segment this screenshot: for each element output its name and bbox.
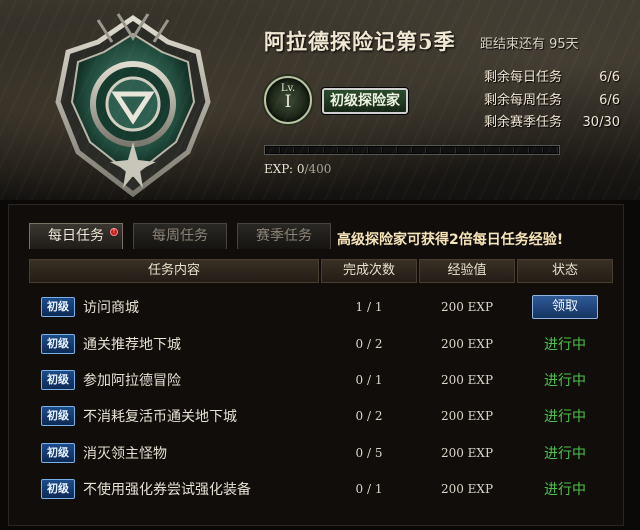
remaining-season-value: 30/30 — [582, 115, 620, 130]
alert-dot-icon: ! — [110, 228, 118, 236]
task-count: 0 / 1 — [355, 372, 383, 387]
tier-badge: 初级 — [41, 333, 75, 354]
task-exp: 200 EXP — [440, 482, 494, 497]
task-count: 0 / 5 — [355, 445, 383, 460]
task-status: 进行中 — [544, 409, 586, 426]
task-name: 不使用强化券尝试强化装备 — [83, 482, 251, 499]
table-row: 初级 消灭领主怪物 0 / 5 200 EXP 进行中 — [29, 435, 613, 471]
task-name: 消灭领主怪物 — [83, 445, 167, 462]
table-row: 初级 不消耗复活币通关地下城 0 / 2 200 EXP 进行中 — [29, 398, 613, 434]
season-countdown: 距结束还有 95天 — [480, 37, 579, 52]
exp-label: EXP: — [264, 162, 293, 176]
task-name: 参加阿拉德冒险 — [83, 372, 181, 389]
exp-max: /400 — [304, 162, 332, 176]
tier-badge: 初级 — [41, 369, 75, 390]
season-title: 阿拉德探险记第5季 — [264, 29, 456, 54]
remaining-daily: 剩余每日任务 6/6 — [484, 66, 620, 85]
task-exp: 200 EXP — [440, 336, 494, 351]
task-count: 0 / 1 — [355, 482, 383, 497]
task-table-header: 任务内容 完成次数 经验值 状态 — [29, 259, 613, 283]
column-exp: 经验值 — [419, 259, 515, 283]
task-status: 进行中 — [544, 372, 586, 389]
remaining-weekly: 剩余每周任务 6/6 — [484, 89, 620, 108]
task-list: 初级 访问商城 1 / 1 200 EXP 领取 初级 通关推荐地下城 0 / 2 … — [29, 289, 613, 507]
exp-current: 0 — [296, 162, 305, 176]
task-status: 进行中 — [544, 482, 586, 499]
column-status: 状态 — [517, 259, 613, 283]
remaining-season-label: 剩余赛季任务 — [483, 115, 562, 130]
task-exp: 200 EXP — [440, 409, 494, 424]
task-count: 1 / 1 — [355, 300, 383, 315]
tier-badge: 初级 — [41, 406, 75, 427]
remaining-weekly-value: 6/6 — [599, 93, 620, 108]
tab-daily-label: 每日任务 — [48, 228, 104, 244]
tab-season-label: 赛季任务 — [256, 228, 312, 244]
task-name: 访问商城 — [83, 300, 139, 317]
adventure-emblem-icon — [55, 13, 211, 198]
rank-name-badge: 初级探险家 — [322, 88, 408, 114]
column-task: 任务内容 — [29, 259, 319, 283]
table-row: 初级 通关推荐地下城 0 / 2 200 EXP 进行中 — [29, 325, 613, 361]
task-panel: 每日任务 ! 每周任务 赛季任务 高级探险家可获得2倍每日任务经验! 任务内容 … — [8, 204, 624, 526]
task-name: 不消耗复活币通关地下城 — [83, 409, 237, 426]
table-row: 初级 访问商城 1 / 1 200 EXP 领取 — [29, 289, 613, 325]
remaining-season: 剩余赛季任务 30/30 — [484, 111, 620, 130]
task-count: 0 / 2 — [355, 409, 383, 424]
task-status: 进行中 — [544, 336, 586, 353]
level-prefix: Lv. — [280, 83, 296, 94]
tier-badge: 初级 — [41, 442, 75, 463]
level-value: I — [284, 92, 292, 112]
column-count: 完成次数 — [321, 259, 417, 283]
remaining-daily-label: 剩余每日任务 — [483, 70, 562, 85]
tab-weekly[interactable]: 每周任务 — [133, 223, 227, 249]
table-row: 初级 不使用强化券尝试强化装备 0 / 1 200 EXP 进行中 — [29, 471, 613, 507]
level-badge: Lv. I — [264, 76, 312, 124]
task-name: 通关推荐地下城 — [83, 336, 181, 353]
task-tabs: 每日任务 ! 每周任务 赛季任务 — [29, 223, 331, 249]
season-banner: 阿拉德探险记第5季 距结束还有 95天 Lv. I 初级探险家 剩余每日任务 6/… — [0, 0, 640, 200]
tab-season[interactable]: 赛季任务 — [237, 223, 331, 249]
task-count: 0 / 2 — [355, 336, 383, 351]
bonus-notice: 高级探险家可获得2倍每日任务经验! — [337, 232, 564, 248]
claim-button[interactable]: 领取 — [532, 295, 598, 320]
table-row: 初级 参加阿拉德冒险 0 / 1 200 EXP 进行中 — [29, 362, 613, 398]
exp-readout: EXP: 0/400 — [264, 162, 331, 176]
task-status: 进行中 — [544, 445, 586, 462]
remaining-weekly-label: 剩余每周任务 — [483, 93, 562, 108]
tier-badge: 初级 — [41, 479, 75, 500]
task-exp: 200 EXP — [440, 445, 494, 460]
task-exp: 200 EXP — [440, 300, 494, 315]
tab-daily[interactable]: 每日任务 ! — [29, 223, 123, 249]
exp-progress-bar — [264, 145, 560, 155]
tab-weekly-label: 每周任务 — [152, 228, 208, 244]
task-exp: 200 EXP — [440, 372, 494, 387]
remaining-daily-value: 6/6 — [599, 70, 620, 85]
tier-badge: 初级 — [41, 297, 75, 318]
